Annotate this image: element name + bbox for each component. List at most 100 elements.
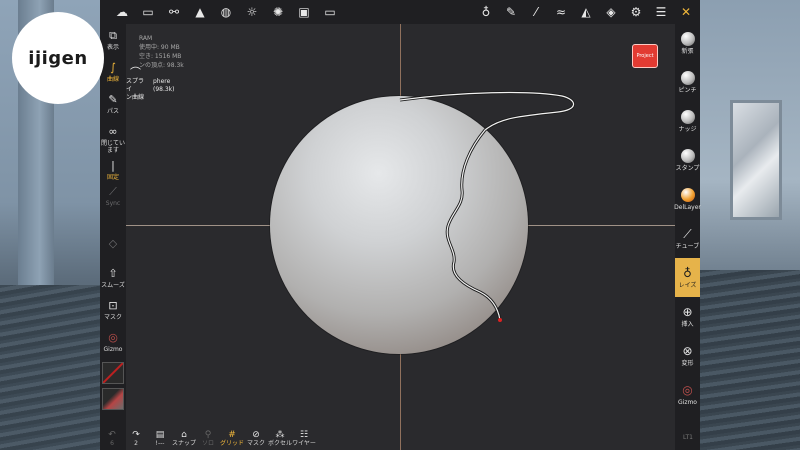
folder-icon[interactable]: ▭ xyxy=(136,0,160,24)
background-floor xyxy=(0,285,100,450)
redo-icon: ↷ xyxy=(132,429,140,440)
settings-icon[interactable]: ⚙ xyxy=(624,0,648,24)
raise-icon: ♁ xyxy=(683,265,692,280)
snap-label: スナップ xyxy=(172,439,197,447)
tool-raise[interactable]: ♁ レイズ xyxy=(675,258,700,297)
material-icon[interactable]: ♁ xyxy=(474,0,498,24)
project-button[interactable]: Project xyxy=(632,44,658,68)
bottom-toolbar: ↶ 6 ↷ 2 ▤ !--- ⌂ スナップ ⚲ ソロ # グリッド ⊘ マスク … xyxy=(100,426,320,450)
background-right xyxy=(700,0,800,450)
tools-icon[interactable]: ✕ xyxy=(674,0,698,24)
tool-popup-label-2: ン曲線 xyxy=(126,94,145,101)
top-toolbar: ☁ ▭ ⚯ ▲ ◍ ☼ ✺ ▣ ▭ ♁ ✎ ⁄ ≈ ◭ ◈ ⚙ ☰ ✕ xyxy=(100,0,700,24)
left-item-closed[interactable]: ∞ 閉じています xyxy=(100,120,126,155)
menu-icon[interactable]: ☰ xyxy=(649,0,673,24)
mask-toggle-button[interactable]: ⊘ マスク xyxy=(244,426,268,450)
corner-label: LT1 xyxy=(683,434,693,441)
tube-icon: ⟋ xyxy=(683,226,692,241)
stroke-icon[interactable]: ◭ xyxy=(574,0,598,24)
redo-button[interactable]: ↷ 2 xyxy=(124,426,148,450)
left-item-label: Sync xyxy=(105,200,121,207)
tool-label: ピンチ xyxy=(678,86,697,94)
render-icon[interactable]: ✺ xyxy=(266,0,290,24)
tool-popup-label: スプライ xyxy=(126,78,145,93)
brush-settings-icon[interactable]: ≈ xyxy=(549,0,573,24)
wireframe-button[interactable]: ☷ ワイヤー xyxy=(292,426,316,450)
history-button[interactable]: ▤ !--- xyxy=(148,426,172,450)
left-item-smooth[interactable]: ⇧ スムーズ xyxy=(100,262,126,294)
tool-insert[interactable]: ⊕ 挿入 xyxy=(675,297,700,336)
stamp-icon xyxy=(680,148,695,163)
left-item-sync[interactable]: ⟋ Sync xyxy=(100,180,126,210)
topology-icon[interactable]: ▲ xyxy=(188,0,212,24)
tool-label: 新張 xyxy=(681,47,694,55)
sync-icon: ⟋ xyxy=(109,185,117,198)
grid-button[interactable]: # グリッド xyxy=(220,426,244,450)
tool-popup: ⌒ スプライ ン曲線 phere (98.3k) xyxy=(126,67,192,102)
spline-arc-icon[interactable]: ⌒ xyxy=(130,67,192,78)
voxel-button[interactable]: ⁂ ボクセル xyxy=(268,426,292,450)
tool-label: ナッジ xyxy=(678,125,697,133)
nomad-logo-icon[interactable]: ☁ xyxy=(110,0,134,24)
tool-stamp[interactable]: スタンプ xyxy=(675,141,700,180)
solo-label: ソロ xyxy=(201,439,214,447)
redo-count: 2 xyxy=(134,439,138,447)
tool-label: レイズ xyxy=(678,281,697,289)
tool-inflate[interactable]: 新張 xyxy=(675,24,700,63)
paint-icon[interactable]: ✎ xyxy=(499,0,523,24)
image-icon[interactable]: ▣ xyxy=(292,0,316,24)
tool-label: 挿入 xyxy=(681,320,694,328)
history-label: !--- xyxy=(155,439,165,447)
tool-label: Gizmo xyxy=(678,398,697,406)
brush-color-swatch[interactable] xyxy=(102,362,124,384)
curve-endpoint-marker[interactable] xyxy=(498,318,502,322)
picker-icon[interactable]: ⁄ xyxy=(524,0,548,24)
stats-overlay: RAM 使用中: 90 MB 空き: 1516 MB ンの頂点: 98.3k xyxy=(139,34,184,70)
tool-gizmo[interactable]: ◎ Gizmo xyxy=(675,375,700,414)
tool-transform[interactable]: ⊗ 変形 xyxy=(675,336,700,375)
mask-icon: ⊡ xyxy=(108,299,118,312)
left-item-label: 閉じています xyxy=(100,140,125,154)
display-icon: ⧉ xyxy=(109,29,117,42)
tool-label: チューブ xyxy=(675,242,700,250)
left-item-label: 曲線 xyxy=(106,76,119,83)
left-item-label: 固定 xyxy=(106,174,119,181)
tool-label: DelLayer xyxy=(674,203,701,211)
smooth-icon: ⇧ xyxy=(108,267,118,280)
background-window xyxy=(730,100,782,220)
left-item-drop[interactable]: ◇ xyxy=(100,232,126,262)
tool-nudge[interactable]: ナッジ xyxy=(675,102,700,141)
snap-button[interactable]: ⌂ スナップ xyxy=(172,426,196,450)
left-item-label: スムーズ xyxy=(101,282,125,289)
undo-count: 6 xyxy=(110,439,114,447)
layers-icon[interactable]: ◈ xyxy=(599,0,623,24)
left-item-display[interactable]: ⧉ 表示 xyxy=(100,24,126,56)
solo-button[interactable]: ⚲ ソロ xyxy=(196,426,220,450)
stats-ram-label: RAM xyxy=(139,35,153,42)
tool-tube[interactable]: ⟋ チューブ xyxy=(675,219,700,258)
left-item-label: パス xyxy=(106,108,119,115)
left-item-label: マスク xyxy=(103,314,122,321)
left-item-path[interactable]: ✎ パス xyxy=(100,88,126,120)
gizmo-icon: ◎ xyxy=(682,382,693,397)
left-item-label: 表示 xyxy=(106,44,119,51)
video-icon[interactable]: ▭ xyxy=(318,0,342,24)
history-icon: ▤ xyxy=(155,429,165,440)
tool-label: スタンプ xyxy=(675,164,700,172)
insert-icon: ⊕ xyxy=(682,304,693,319)
globe-icon[interactable]: ◍ xyxy=(214,0,238,24)
left-item-mask[interactable]: ⊡ マスク xyxy=(100,294,126,326)
material-swatch[interactable] xyxy=(102,388,124,410)
left-item-fixed[interactable]: | 固定 xyxy=(100,154,126,182)
light-icon[interactable]: ☼ xyxy=(240,0,264,24)
tool-del-layer[interactable]: DelLayer xyxy=(674,180,701,219)
gizmo-icon: ◎ xyxy=(108,331,118,344)
scene-graph-icon[interactable]: ⚯ xyxy=(162,0,186,24)
left-item-gizmo[interactable]: ◎ Gizmo xyxy=(100,326,126,358)
undo-button[interactable]: ↶ 6 xyxy=(100,426,124,450)
left-item-label: Gizmo xyxy=(103,346,123,353)
spline-curve-path[interactable] xyxy=(399,91,575,321)
stats-ram-free: 空き: 1516 MB xyxy=(139,53,182,60)
tool-pinch[interactable]: ピンチ xyxy=(675,63,700,102)
voxel-icon: ⁂ xyxy=(275,429,285,440)
